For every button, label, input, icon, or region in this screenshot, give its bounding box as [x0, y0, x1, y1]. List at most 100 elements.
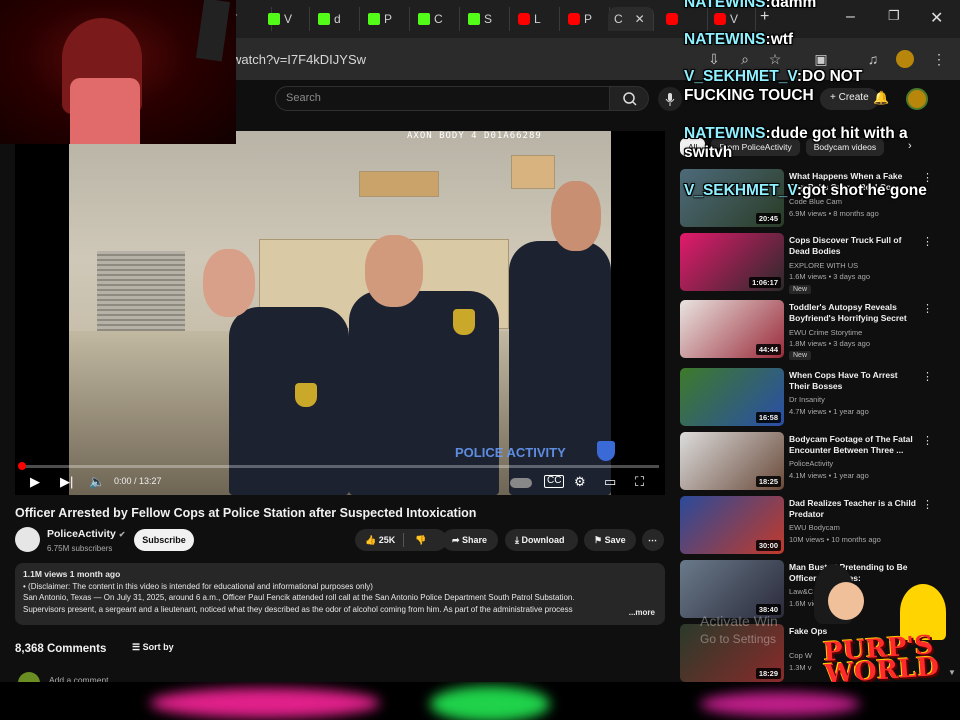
sort-by-button[interactable]: ☰ Sort by: [132, 642, 174, 653]
recommended-channel: Dr Insanity: [789, 395, 825, 404]
duration-badge: 1:06:17: [749, 277, 781, 288]
channel-avatar[interactable]: [15, 527, 40, 552]
video-thumbnail: 38:40: [680, 560, 784, 618]
browser-tab[interactable]: P: [362, 7, 410, 31]
more-actions-icon[interactable]: ⋯: [642, 529, 664, 551]
share-button[interactable]: ➦ Share: [442, 529, 498, 551]
video-thumbnail: 1:06:17: [680, 233, 784, 291]
autoplay-toggle[interactable]: [510, 478, 532, 488]
recommended-video[interactable]: 18:25 Bodycam Footage of The Fatal Encou…: [680, 432, 940, 490]
search-icon: [623, 92, 637, 106]
channel-name[interactable]: PoliceActivity ✔: [47, 528, 126, 540]
tab-close-icon[interactable]: ✕: [635, 12, 645, 26]
progress-scrubber[interactable]: [18, 462, 26, 470]
subscribe-button[interactable]: Subscribe: [134, 529, 194, 551]
voice-search-button[interactable]: [658, 87, 682, 111]
browser-tab[interactable]: V: [262, 7, 310, 31]
like-dislike-group: 👍 25K 👎: [355, 529, 447, 551]
url-field[interactable]: watch?v=I7F4kDIJYSw: [232, 52, 366, 67]
youtube-icon: [666, 13, 678, 25]
description-line: • (Disclaimer: The content in this video…: [23, 581, 373, 591]
browser-tab-active[interactable]: C ✕: [608, 7, 654, 31]
tab-label: P: [584, 12, 593, 26]
browser-tab[interactable]: S: [462, 7, 510, 31]
subscriber-count: 6.75M subscribers: [47, 544, 113, 553]
tab-label: d: [334, 12, 341, 26]
recommended-title: Dad Realizes Teacher is a Child Predator: [789, 498, 916, 519]
thumbs-down-icon[interactable]: 👎: [415, 529, 426, 551]
search-button[interactable]: [609, 86, 649, 111]
browser-tab[interactable]: P: [562, 7, 610, 31]
account-avatar[interactable]: [906, 88, 928, 110]
share-icon: ➦: [452, 535, 463, 545]
description-box[interactable]: 1.1M views 1 month ago • (Disclaimer: Th…: [15, 563, 665, 625]
recommended-video[interactable]: 44:44 Toddler's Autopsy Reveals Boyfrien…: [680, 300, 940, 360]
play-icon[interactable]: ▶: [30, 474, 40, 490]
recommended-video[interactable]: 16:58 When Cops Have To Arrest Their Bos…: [680, 368, 940, 426]
video-player[interactable]: AXON BODY 4 D01A66289 POLICE ACTIVITY: [15, 131, 665, 495]
recommended-video[interactable]: 30:00 Dad Realizes Teacher is a Child Pr…: [680, 496, 940, 554]
fullscreen-icon[interactable]: ⛶: [635, 474, 644, 490]
mic-icon: [665, 93, 675, 106]
video-frame: [69, 131, 611, 495]
kick-icon: [368, 13, 380, 25]
tab-label: S: [484, 12, 493, 26]
install-app-icon[interactable]: ⇩: [705, 50, 723, 68]
browser-menu-icon[interactable]: ⋮: [930, 50, 948, 68]
bottom-overlay: [0, 682, 960, 720]
recommended-title: Toddler's Autopsy Reveals Boyfriend's Ho…: [789, 302, 907, 323]
browser-tab[interactable]: L: [512, 7, 560, 31]
zoom-icon[interactable]: ⌕: [736, 50, 754, 68]
profile-icon[interactable]: [896, 50, 914, 68]
new-badge: New: [789, 351, 812, 360]
recommended-channel: Cop W: [789, 651, 812, 660]
kick-icon: [318, 13, 330, 25]
like-count[interactable]: 25K: [379, 535, 396, 545]
channel-watermark: POLICE ACTIVITY: [455, 445, 566, 460]
recommended-channel: EWU Crime Storytime: [789, 328, 863, 337]
duration-badge: 20:45: [755, 213, 781, 224]
progress-bar[interactable]: [21, 465, 659, 468]
more-options-icon[interactable]: ⋮: [922, 235, 933, 248]
recommended-video[interactable]: 1:06:17 Cops Discover Truck Full of Dead…: [680, 233, 940, 294]
more-options-icon[interactable]: ⋮: [922, 498, 933, 511]
search-input[interactable]: Search: [275, 86, 610, 111]
save-label: Save: [604, 535, 626, 545]
more-options-icon[interactable]: ⋮: [922, 434, 933, 447]
duration-badge: 16:58: [755, 412, 781, 423]
chat-message: V_SEKHMET_V:got shot he gone: [684, 182, 927, 199]
settings-gear-icon[interactable]: ⚙: [574, 474, 586, 490]
download-label: Download: [521, 535, 565, 545]
recommended-title: Cops Discover Truck Full of Dead Bodies: [789, 235, 902, 256]
download-button[interactable]: ⤓ Download: [505, 529, 578, 551]
youtube-icon: [518, 13, 530, 25]
browser-tab[interactable]: C: [412, 7, 460, 31]
chat-text: got shot he gone: [802, 182, 927, 199]
show-more-link[interactable]: ...more: [624, 606, 655, 618]
chat-message: NATEWINS:dude got hit with a switvh: [684, 125, 908, 161]
bookmark-star-icon[interactable]: ☆: [766, 50, 784, 68]
media-control-icon[interactable]: ♫: [864, 50, 882, 68]
volume-icon[interactable]: 🔈: [89, 474, 105, 490]
recommended-stats: 1.8M views • 3 days ago: [789, 339, 870, 348]
new-badge: New: [789, 285, 812, 294]
kick-icon: [418, 13, 430, 25]
activate-line: Go to Settings: [700, 632, 777, 646]
next-icon[interactable]: ▶|: [60, 474, 73, 490]
video-thumbnail: 18:25: [680, 432, 784, 490]
comments-count: 8,368 Comments: [15, 643, 107, 655]
thumbs-up-icon[interactable]: 👍: [365, 535, 376, 545]
save-button[interactable]: ⚑ Save: [584, 529, 636, 551]
chat-text: wtf: [770, 31, 794, 48]
recommended-stats: 10M views • 10 months ago: [789, 535, 881, 544]
captions-icon[interactable]: CC: [544, 475, 565, 488]
split-view-icon[interactable]: ▣: [812, 50, 830, 68]
kick-icon: [268, 13, 280, 25]
more-options-icon[interactable]: ⋮: [922, 302, 933, 315]
browser-tab[interactable]: d: [312, 7, 360, 31]
tab-label: L: [534, 12, 541, 26]
miniplayer-icon[interactable]: ▭: [604, 474, 616, 490]
description-line: Supervisors present, a sergeant and a li…: [23, 604, 573, 614]
youtube-icon: [568, 13, 580, 25]
more-options-icon[interactable]: ⋮: [922, 370, 933, 383]
